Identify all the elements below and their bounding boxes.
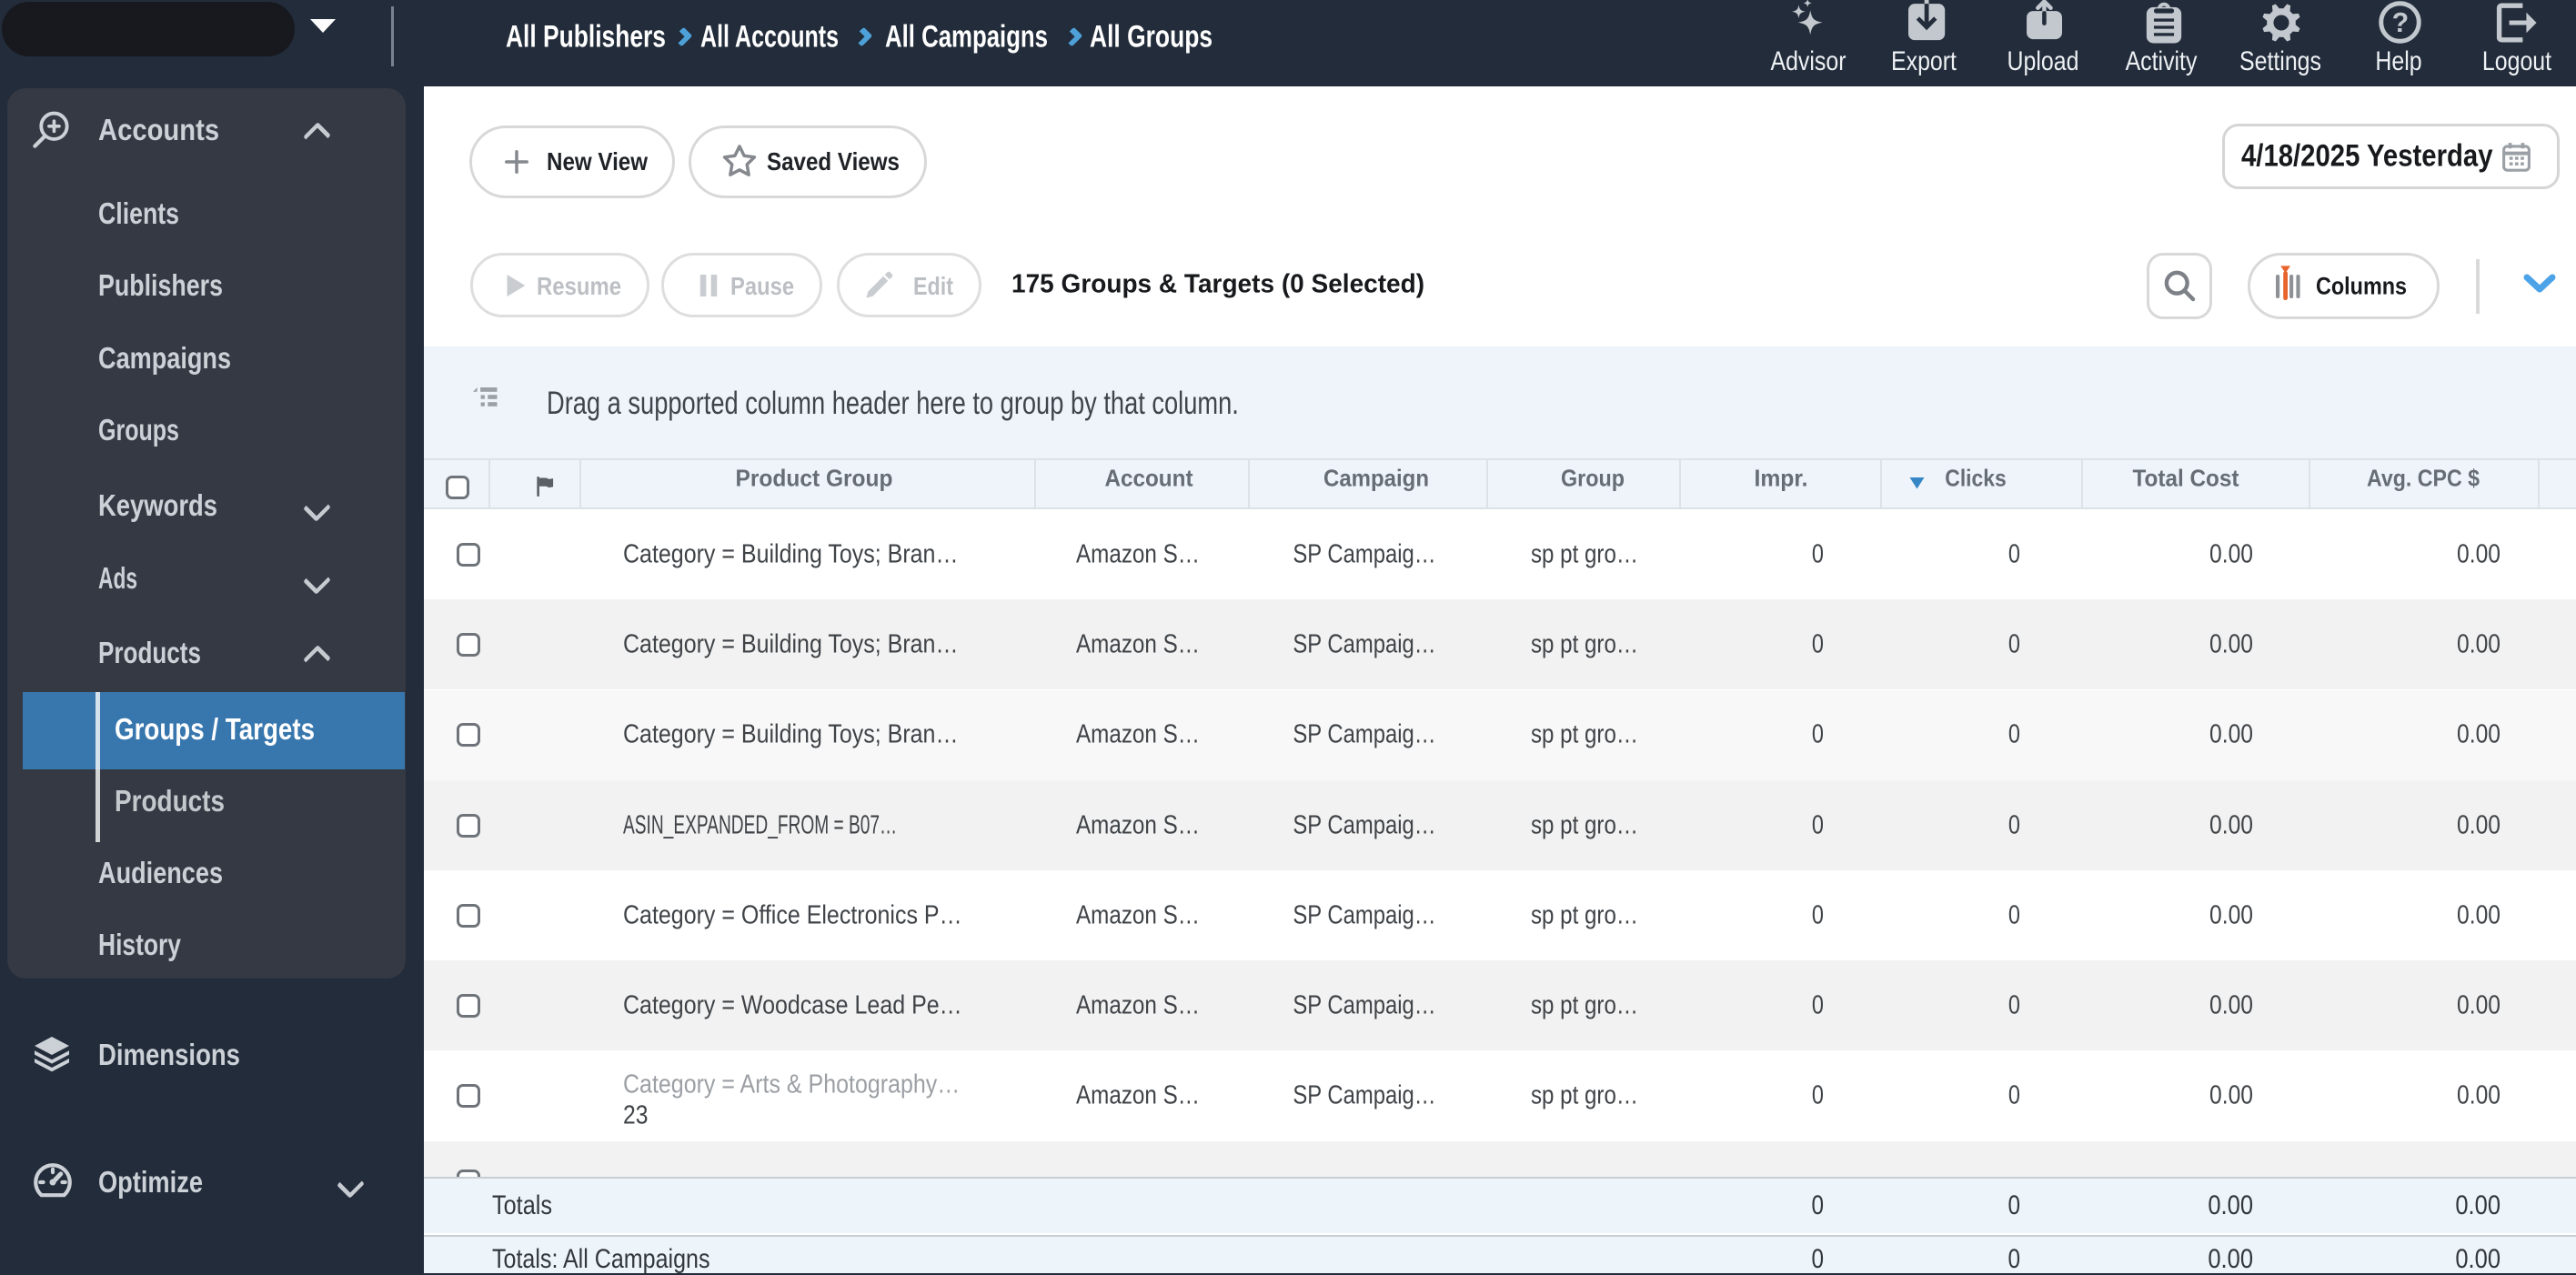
svg-text:?: ?	[2392, 8, 2410, 38]
